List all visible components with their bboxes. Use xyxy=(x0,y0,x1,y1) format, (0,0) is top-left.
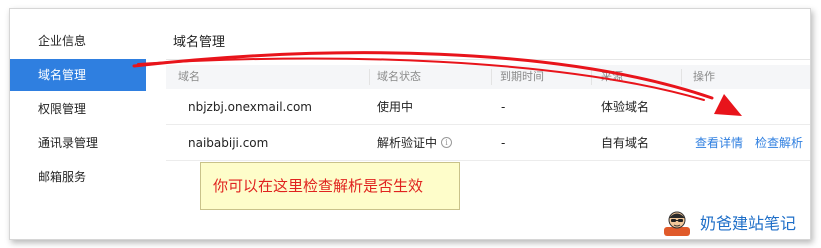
domain-cell: naibabiji.com xyxy=(188,136,269,150)
watermark-text: 奶爸建站笔记 xyxy=(700,214,797,233)
divider xyxy=(166,59,810,60)
sidebar-item-mail-service[interactable]: 邮箱服务 xyxy=(10,161,146,193)
annotation-note-text: 你可以在这里检查解析是否生效 xyxy=(213,177,424,195)
expiry-cell: - xyxy=(501,136,506,150)
sidebar-item-company-info[interactable]: 企业信息 xyxy=(10,25,146,57)
column-header-status: 域名状态 xyxy=(377,70,421,83)
column-header-source: 来源 xyxy=(601,70,623,83)
table-row: nbjzbj.onexmail.com 使用中 - 体验域名 xyxy=(166,89,810,125)
column-divider xyxy=(369,69,370,85)
column-header-actions: 操作 xyxy=(693,70,715,83)
annotation-note: 你可以在这里检查解析是否生效 xyxy=(200,162,460,210)
table-row: naibabiji.com 解析验证中 i - 自有域名 查看详情 检查解析 xyxy=(166,125,810,161)
page-title: 域名管理 xyxy=(173,35,226,50)
column-divider xyxy=(681,69,682,85)
sidebar-item-contacts-management[interactable]: 通讯录管理 xyxy=(10,127,146,159)
source-cell: 自有域名 xyxy=(601,136,650,150)
status-cell: 使用中 xyxy=(377,100,414,114)
column-header-domain: 域名 xyxy=(178,70,200,83)
view-details-link[interactable]: 查看详情 xyxy=(695,125,743,161)
status-text: 解析验证中 xyxy=(377,136,438,150)
sidebar-item-permission-management[interactable]: 权限管理 xyxy=(10,93,146,125)
sidebar-item-domain-management[interactable]: 域名管理 xyxy=(10,59,146,91)
sidebar: 企业信息 域名管理 权限管理 通讯录管理 邮箱服务 xyxy=(10,9,146,239)
status-cell: 解析验证中 i xyxy=(377,125,453,161)
column-divider xyxy=(491,69,492,85)
mascot-logo-icon xyxy=(664,211,690,236)
column-header-expiry: 到期时间 xyxy=(500,70,544,83)
check-dns-link[interactable]: 检查解析 xyxy=(755,125,803,161)
domain-cell: nbjzbj.onexmail.com xyxy=(188,100,312,114)
source-cell: 体验域名 xyxy=(601,100,650,114)
column-divider xyxy=(591,69,592,85)
info-icon[interactable]: i xyxy=(441,137,453,148)
table-header: 域名 域名状态 到期时间 来源 操作 xyxy=(166,65,810,89)
expiry-cell: - xyxy=(501,100,506,114)
